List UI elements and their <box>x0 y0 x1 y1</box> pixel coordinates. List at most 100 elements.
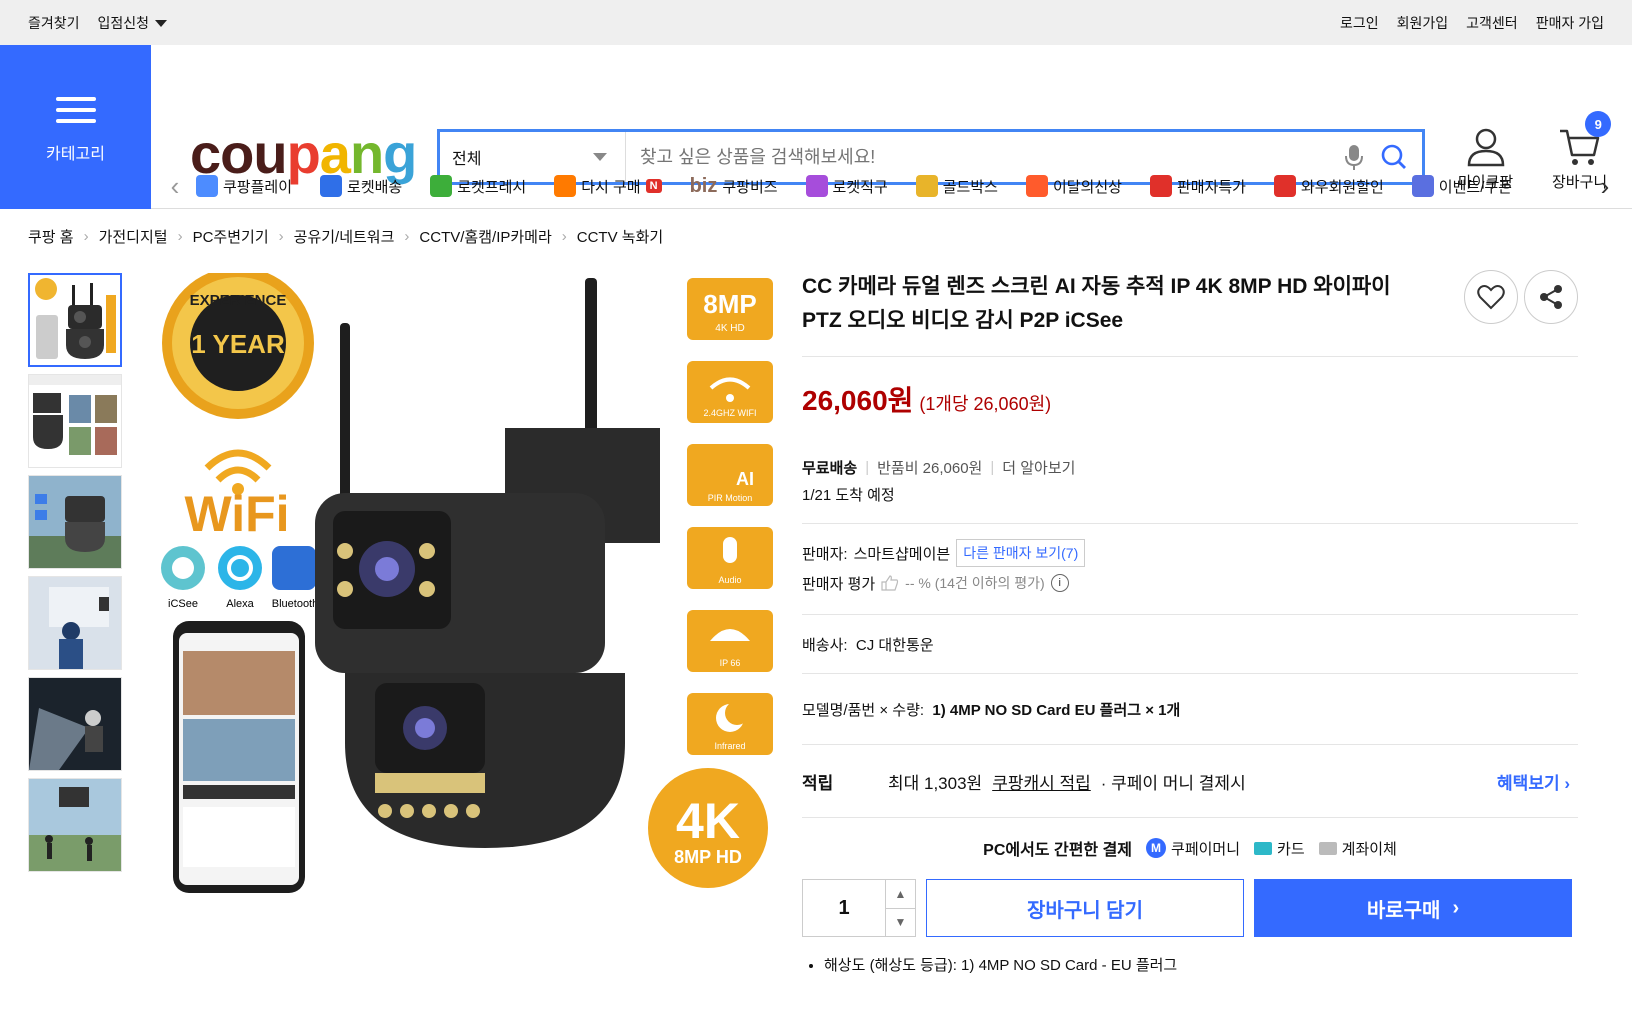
thumbnail[interactable] <box>28 374 122 468</box>
customer-center-link[interactable]: 고객센터 <box>1466 13 1518 33</box>
seller-rating: -- % (14건 이하의 평가) <box>905 575 1045 591</box>
store-apply-link[interactable]: 입점신청 <box>98 13 168 33</box>
bluetooth-label: Bluetooth <box>272 598 318 610</box>
divider <box>802 356 1578 357</box>
thumbnail[interactable] <box>28 273 122 367</box>
share-button[interactable] <box>1524 270 1578 324</box>
nav-item[interactable]: 로켓직구 <box>805 175 888 198</box>
nav-item-label: 이벤트/쿠폰 <box>1438 178 1512 196</box>
nav-item-label: 골드박스 <box>942 178 998 196</box>
info-icon[interactable]: i <box>1050 574 1069 592</box>
add-to-cart-button[interactable]: 장바구니 담기 <box>926 879 1244 937</box>
breadcrumb-item[interactable]: CCTV 녹화기 <box>577 226 663 247</box>
payment-methods: PC에서도 간편한 결제 M 쿠페이머니 카드 계좌이체 <box>802 818 1578 878</box>
nav-item[interactable]: 판매자특가 <box>1149 175 1246 198</box>
buy-now-button[interactable]: 바로구매 › <box>1254 879 1572 937</box>
nav-item-icon <box>430 175 453 197</box>
quantity-input[interactable]: 1 <box>803 880 885 936</box>
chevron-down-icon <box>593 153 607 161</box>
nav-item[interactable]: biz 쿠팡비즈 <box>690 175 778 198</box>
reward-block: 적립 최대 1,303원 쿠팡캐시 적립 · 쿠페이 머니 결제시 혜택보기 › <box>802 745 1578 817</box>
user-icon <box>1467 128 1504 167</box>
wishlist-button[interactable] <box>1464 270 1518 324</box>
feature-4khd: 4K HD <box>715 323 744 334</box>
learn-more-link[interactable]: 더 알아보기 <box>1002 457 1075 478</box>
benefits-link[interactable]: 혜택보기 › <box>1497 769 1578 794</box>
breadcrumb-item[interactable]: 공유기/네트워크 <box>294 226 395 247</box>
feature-8mphd: 8MP HD <box>674 847 742 867</box>
price-block: 26,060원 (1개당 26,060원) <box>802 379 1578 419</box>
nav-item-icon <box>1411 175 1434 197</box>
decrease-quantity-button[interactable]: ▼ <box>886 909 915 937</box>
thumbnail[interactable] <box>28 576 122 670</box>
unit-price: (1개당 26,060원) <box>919 394 1052 414</box>
login-link[interactable]: 로그인 <box>1340 13 1379 33</box>
payment-title: PC에서도 간편한 결제 <box>983 842 1133 859</box>
nav-item[interactable]: 이달의신상 <box>1025 175 1122 198</box>
shipping-info: 무료배송 | 반품비 26,060원 | 더 알아보기 1/21 도착 예정 <box>802 457 1578 505</box>
seller-name[interactable]: 스마트샵메이븐 <box>854 543 951 564</box>
breadcrumb-separator: › <box>83 228 89 245</box>
feature-audio: Audio <box>718 575 741 585</box>
search-input[interactable] <box>626 146 1334 168</box>
payment-card: 카드 <box>1277 840 1305 858</box>
nav-item[interactable]: 골드박스 <box>915 175 998 198</box>
nav-item-icon <box>1273 175 1296 197</box>
feature-ai: AI <box>736 469 754 489</box>
main-product-image[interactable]: EXPERIENCE 1 YEAR WiFi iCSee Alexa Bluet… <box>155 267 775 903</box>
nav-item[interactable]: 이벤트/쿠폰 <box>1411 175 1512 198</box>
payment-bank: 계좌이체 <box>1341 840 1397 858</box>
breadcrumb-item[interactable]: PC주변기기 <box>193 226 269 247</box>
chevron-left-icon[interactable]: ‹ <box>160 171 190 202</box>
thumbnail-list <box>28 273 122 879</box>
badge-text: 1 YEAR <box>191 329 285 359</box>
chevron-right-icon[interactable]: › <box>1590 171 1620 202</box>
nav-item-icon <box>196 175 218 197</box>
cart-count-badge: 9 <box>1585 111 1612 137</box>
seller-signup-link[interactable]: 판매자 가입 <box>1536 13 1604 33</box>
nav-item-label: 로켓배송 <box>347 178 403 196</box>
product-title: CC 카메라 듀얼 렌즈 스크린 AI 자동 추적 IP 4K 8MP HD 와… <box>802 275 1391 332</box>
nav-item-label: 다시 구매 <box>581 178 641 196</box>
nav-item[interactable]: 로켓프레시 <box>430 175 526 198</box>
heart-icon <box>1477 285 1505 310</box>
breadcrumb-item[interactable]: 쿠팡 홈 <box>28 226 74 247</box>
thumbnail[interactable] <box>28 475 122 569</box>
nav-item-label: 로켓프레시 <box>457 178 527 196</box>
nav-item-label: 로켓직구 <box>832 178 888 196</box>
category-menu-button[interactable]: 카테고리 <box>0 45 151 209</box>
other-sellers-button[interactable]: 다른 판매자 보기(7) <box>956 539 1086 567</box>
category-label: 카테고리 <box>46 146 105 163</box>
coupang-cash-link[interactable]: 쿠팡캐시 적립 <box>992 769 1091 794</box>
nav-item[interactable]: 로켓배송 <box>320 175 402 198</box>
nav-item[interactable]: 쿠팡플레이 <box>196 175 292 198</box>
feature-4k: 4K <box>676 793 740 849</box>
carrier-value: CJ 대한통운 <box>855 636 934 654</box>
category-nav: ‹ 쿠팡플레이 로켓배송 로켓프레시 다시 구매 Nbiz 쿠팡비즈 로켓직구 골드박스 이달의… <box>160 168 1620 204</box>
feature-wifi: 2.4GHZ WIFI <box>703 408 756 418</box>
chevron-right-icon: › <box>1452 896 1460 919</box>
nav-item[interactable]: 다시 구매 N <box>554 175 662 198</box>
nav-item[interactable]: 와우회원할인 <box>1273 175 1384 198</box>
microphone-icon[interactable] <box>1334 143 1374 171</box>
nav-item-icon <box>805 175 828 197</box>
thumbs-up-icon <box>881 575 899 591</box>
feature-8mp: 8MP <box>703 289 756 319</box>
breadcrumb-item[interactable]: 가전디지털 <box>99 226 168 247</box>
breadcrumb-item[interactable]: CCTV/홈캠/IP카메라 <box>419 226 551 247</box>
increase-quantity-button[interactable]: ▲ <box>886 880 915 909</box>
search-icon[interactable] <box>1374 144 1414 170</box>
hamburger-icon <box>55 90 96 130</box>
new-badge: N <box>645 179 662 193</box>
thumbnail[interactable] <box>28 677 122 771</box>
option-label: 모델명/품번 × 수량: <box>802 701 925 719</box>
return-fee: 반품비 26,060원 <box>877 460 983 477</box>
bookmark-link[interactable]: 즐겨찾기 <box>28 13 80 33</box>
nav-item-icon <box>320 175 343 197</box>
option-value[interactable]: 1) 4MP NO SD Card EU 플러그 × 1개 <box>932 699 1180 720</box>
signup-link[interactable]: 회원가입 <box>1397 13 1449 33</box>
breadcrumb-separator: › <box>177 228 183 245</box>
reward-suffix: · 쿠페이 머니 결제시 <box>1100 773 1246 793</box>
reward-max: 최대 1,303원 <box>888 773 983 793</box>
thumbnail[interactable] <box>28 778 122 872</box>
